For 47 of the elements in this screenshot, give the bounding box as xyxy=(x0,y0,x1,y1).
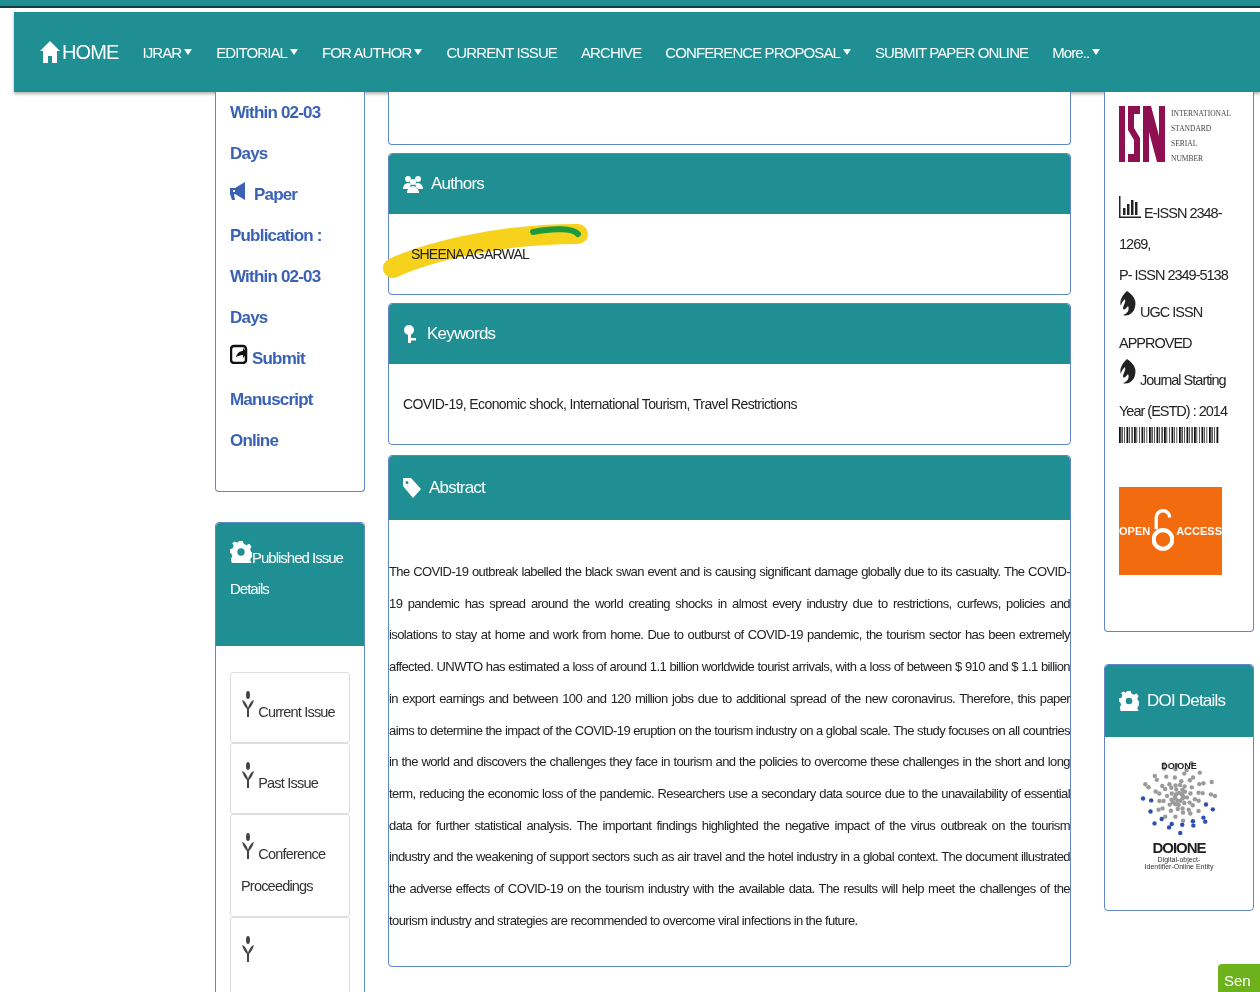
nav-link[interactable]: FOR AUTHOR xyxy=(322,43,423,61)
open-access-badge: OPEN ACCESS xyxy=(1119,487,1222,575)
nav-link[interactable]: More.. xyxy=(1052,43,1101,61)
flame-icon xyxy=(1119,291,1137,317)
gear-icon xyxy=(1119,691,1139,711)
info-text: Paper Publication : Within 02-03 Days xyxy=(230,174,352,338)
nav-link[interactable]: ARCHIVE xyxy=(580,43,642,61)
wheat-icon xyxy=(241,691,255,717)
home-link[interactable]: HOME xyxy=(40,40,119,64)
nav-link[interactable]: CURRENT ISSUE xyxy=(446,43,557,61)
gear-icon xyxy=(230,541,252,563)
issn-text: P- ISSN 2349-5138 xyxy=(1119,266,1229,285)
nav-link[interactable]: EDITORIAL xyxy=(216,43,299,61)
users-icon xyxy=(403,175,423,193)
key-icon xyxy=(403,324,419,344)
share-icon xyxy=(230,344,248,364)
info-text: Within 02-03 Days xyxy=(230,102,322,165)
nav-link[interactable]: IJRAR xyxy=(142,43,193,61)
author-name: SHEENA AGARWAL xyxy=(411,246,529,262)
panel-title: DOI Details xyxy=(1147,691,1226,711)
issn-text: Journal Starting Year (ESTD) : 2014 xyxy=(1119,359,1239,427)
panel-title: Abstract xyxy=(429,478,485,498)
wheat-icon xyxy=(241,936,255,962)
issue-link[interactable]: Conference Proceedings xyxy=(230,814,350,917)
issue-link[interactable] xyxy=(230,917,350,992)
panel-title: Published Issue Details xyxy=(230,541,350,604)
wheat-icon xyxy=(241,833,255,859)
wheat-icon xyxy=(241,762,255,788)
info-text: Submit Manuscript Online xyxy=(230,338,352,461)
home-icon xyxy=(40,41,60,63)
issn-text: UGC ISSN APPROVED xyxy=(1119,291,1239,359)
issn-logo-icon xyxy=(1119,106,1165,162)
send-button[interactable]: Sen xyxy=(1218,964,1260,992)
panel-title: Authors xyxy=(431,174,484,194)
flame-icon xyxy=(1119,359,1137,385)
tag-icon xyxy=(403,478,421,498)
nav-link[interactable]: SUBMIT PAPER ONLINE xyxy=(874,43,1029,61)
abstract-text: The COVID-19 outbreak labelled the black swan event and is causing significant damage globally due to its casualty. The COVID-19 pandemic has spread around the world creating shocks in almost every industry due to restrictions, curfews, policies and isolations to stay at home and work from home. Due to outburst of COVID-19 pandemic, the tourism sector has been extremely affected. UNWTO has estimated a loss of around 1.1 billion worldwide tourist arrivals, with a loss of between $ 910 and $ 1.1 billion in export earnings and between 100 and 120 million jobs due to additional spread of the new coronavirus. Therefore, this paper aims to determine the impact of the COVID-19 eruption on the tourism industry on a global scale. The study focuses on all countries in the world and discovers the challenges they face in tourism and the policies to overcome these challenges in the short and long term, reducing the economic loss of the pandemic. Researchers use a secondary data source due to the unavailability of essential data for further statistical analysis. The important findings highlighted the negative impact of the virus outbreak on the tourism industry and the weakening of support sectors such as air travel and the hotel industry in a global context. The document illustrated the adverse effects of COVID-19 on the tourism industry with the available data. The results will help meet the challenges of the tourism industry and strategies are recommended to overcome viral infections in the future. xyxy=(389,563,1070,930)
issue-link[interactable]: Past Issue xyxy=(230,743,350,814)
issn-text: E-ISSN 2348-1269, xyxy=(1119,196,1239,260)
nav-link[interactable]: CONFERENCE PROPOSAL xyxy=(665,43,851,61)
logo-text: DOIONE xyxy=(1152,839,1206,856)
panel-title: Keywords xyxy=(427,324,496,344)
logo-text: DOIONE xyxy=(1161,761,1197,771)
bar-chart-icon xyxy=(1119,196,1141,218)
issue-link[interactable]: Current Issue xyxy=(230,672,350,743)
keywords-text: COVID-19, Economic shock, International Tourism, Travel Restrictions xyxy=(403,396,797,412)
